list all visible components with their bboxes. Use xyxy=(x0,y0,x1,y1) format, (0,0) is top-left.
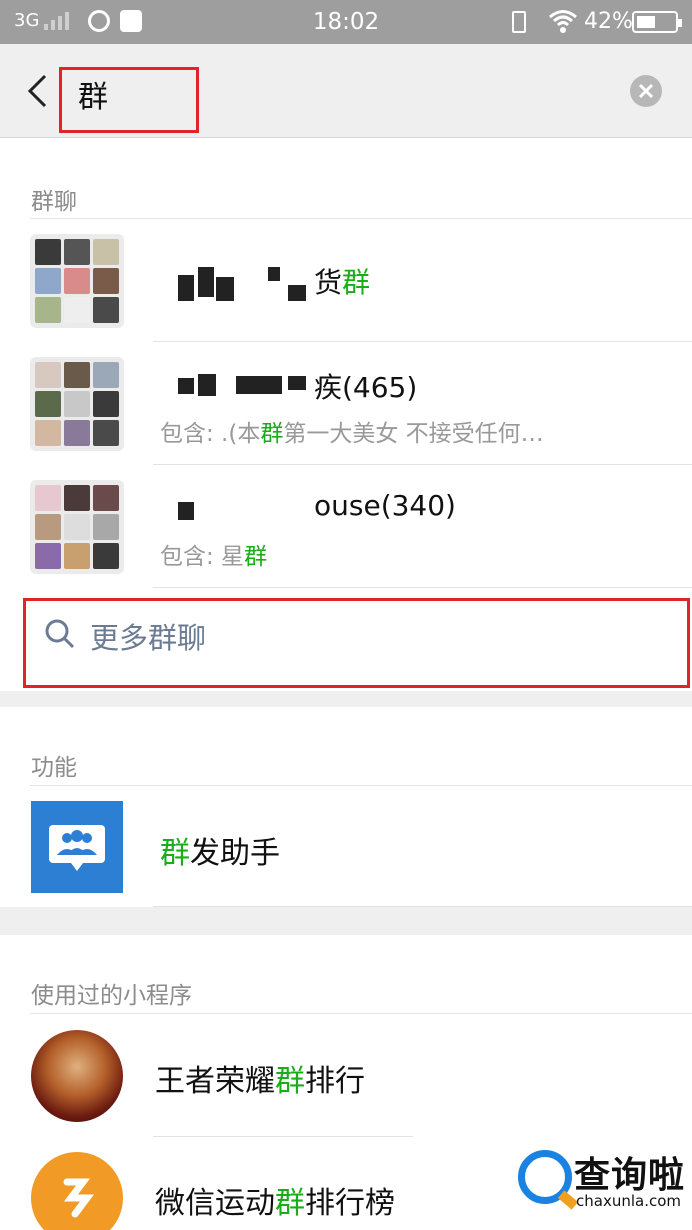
section-gap xyxy=(0,691,692,707)
group-subtitle: 包含: 星群 xyxy=(160,544,268,570)
divider xyxy=(153,1136,413,1137)
group-result-2[interactable]: 疾(465) 包含: .(本群第一大美女 不接受任何… xyxy=(0,342,692,466)
back-arrow-icon[interactable] xyxy=(26,74,48,108)
mini-program-item-1[interactable]: 王者荣耀群排行 xyxy=(155,1056,365,1100)
group-title: ouse(340) xyxy=(160,489,456,524)
group-subtitle: 包含: .(本群第一大美女 不接受任何… xyxy=(160,421,544,447)
wechat-sport-avatar xyxy=(31,1152,123,1230)
divider xyxy=(153,587,692,588)
divider xyxy=(30,1013,692,1014)
wifi-icon xyxy=(549,10,577,33)
group-broadcast-assistant[interactable]: 群发助手 xyxy=(160,828,280,872)
redacted-mosaic xyxy=(160,490,310,524)
annotation-box xyxy=(23,598,690,688)
battery-percent: 42% xyxy=(584,9,633,34)
group-title: 疾(465) xyxy=(160,366,417,406)
redacted-mosaic xyxy=(160,372,310,406)
section-gap xyxy=(0,907,692,935)
group-title: 货群 xyxy=(160,261,370,301)
magnifier-logo-icon xyxy=(518,1150,572,1204)
group-avatar xyxy=(30,357,124,451)
section-label-mini-programs: 使用过的小程序 xyxy=(31,983,192,1009)
mini-program-item-2[interactable]: 微信运动群排行榜 xyxy=(155,1178,395,1222)
section-label-group-chats: 群聊 xyxy=(31,189,77,215)
group-avatar xyxy=(30,234,124,328)
redacted-mosaic xyxy=(160,267,310,301)
search-header: 群 xyxy=(0,44,692,138)
group-broadcast-icon xyxy=(31,801,123,893)
divider xyxy=(30,785,692,786)
group-result-1[interactable]: 货群 xyxy=(0,219,692,343)
status-bar: 3G 18:02 42% xyxy=(0,0,692,44)
clear-search-icon[interactable] xyxy=(630,75,662,107)
battery-icon xyxy=(632,11,682,33)
honor-of-kings-avatar xyxy=(31,1030,123,1122)
section-label-functions: 功能 xyxy=(31,755,77,781)
watermark-logo: 查询啦 chaxunla.com xyxy=(518,1146,688,1230)
group-avatar xyxy=(30,480,124,574)
annotation-box xyxy=(59,67,199,133)
group-result-3[interactable]: ouse(340) 包含: 星群 xyxy=(0,465,692,589)
vibrate-icon xyxy=(512,11,526,33)
